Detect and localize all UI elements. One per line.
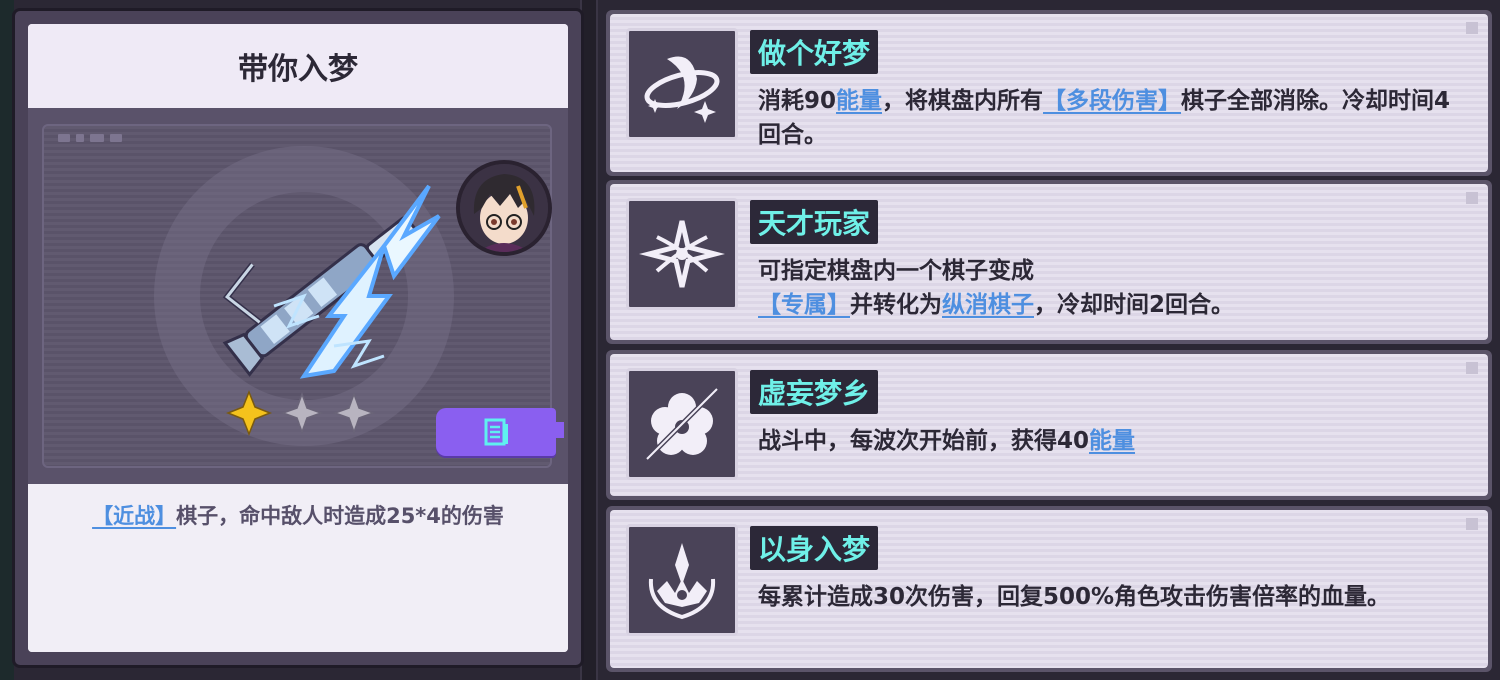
piece-card: 带你入梦 【近战】棋子，命中敌人时造成25*4的伤害	[28, 24, 568, 652]
card-description: 【近战】棋子，命中敌人时造成25*4的伤害	[28, 484, 568, 652]
skill-card: 虚妄梦乡 战斗中，每波次开始前，获得40能量	[606, 350, 1492, 500]
corner-marker	[1466, 362, 1478, 374]
corner-marker	[1466, 192, 1478, 204]
skill-description: 可指定棋盘内一个棋子变成 【专属】并转化为纵消棋子，冷却时间2回合。	[758, 254, 1458, 322]
star-rating-icons	[225, 389, 376, 437]
keyword-link[interactable]: 【专属】	[758, 292, 850, 318]
card-title: 带你入梦	[28, 24, 568, 108]
star-rating	[224, 388, 384, 438]
description-text: 消耗90	[758, 88, 837, 114]
description-text: ，冷却时间2回合。	[1034, 292, 1235, 318]
skill-description: 消耗90能量，将棋盘内所有【多段伤害】棋子全部消除。冷却时间4回合。	[758, 84, 1458, 152]
star-filled-icon	[225, 389, 273, 437]
corner-marker	[1466, 22, 1478, 34]
keyword-link[interactable]: 纵消棋子	[942, 292, 1034, 318]
skill-description: 每累计造成30次伤害，回复500%角色攻击伤害倍率的血量。	[758, 580, 1458, 614]
crown-emblem-icon	[626, 524, 738, 636]
character-avatar	[456, 160, 552, 256]
detail-button[interactable]	[436, 408, 556, 456]
sparkle-orbit-icon	[626, 198, 738, 310]
description-text: 可指定棋盘内一个棋子变成	[758, 258, 1034, 284]
lightning-weapon-art	[222, 184, 441, 379]
corner-marker	[1466, 518, 1478, 530]
skill-card: 做个好梦 消耗90能量，将棋盘内所有【多段伤害】棋子全部消除。冷却时间4回合。	[606, 10, 1492, 176]
description-text: 战斗中，每波次开始前，获得40	[758, 428, 1090, 454]
keyword-link[interactable]: 能量	[836, 88, 882, 114]
avatar-portrait	[460, 164, 548, 252]
description-text: 每累计造成30次伤害，回复500%角色攻击伤害倍率的血量。	[758, 584, 1391, 610]
detail-button-tab	[554, 422, 564, 438]
card-desc-text: 棋子，命中敌人时造成25*4的伤害	[176, 504, 504, 528]
skill-name: 以身入梦	[750, 526, 879, 570]
document-icon	[484, 418, 508, 446]
star-empty-icon	[332, 391, 376, 435]
skill-name: 虚妄梦乡	[750, 370, 879, 414]
flower-icon	[626, 368, 738, 480]
art-glyphs	[58, 134, 138, 146]
skill-card: 天才玩家 可指定棋盘内一个棋子变成 【专属】并转化为纵消棋子，冷却时间2回合。	[606, 180, 1492, 344]
description-text: ，将棋盘内所有	[882, 88, 1044, 114]
keyword-melee[interactable]: 【近战】	[92, 504, 176, 528]
ring-slash-icon	[626, 28, 738, 140]
description-text: 并转化为	[850, 292, 942, 318]
card-art-panel	[28, 108, 568, 484]
keyword-link[interactable]: 【多段伤害】	[1043, 88, 1181, 114]
keyword-link[interactable]: 能量	[1089, 428, 1135, 454]
skill-name: 做个好梦	[750, 30, 879, 74]
skill-card: 以身入梦 每累计造成30次伤害，回复500%角色攻击伤害倍率的血量。	[606, 506, 1492, 672]
skill-description: 战斗中，每波次开始前，获得40能量	[758, 424, 1458, 458]
skill-name: 天才玩家	[750, 200, 879, 244]
star-empty-icon	[280, 391, 324, 435]
